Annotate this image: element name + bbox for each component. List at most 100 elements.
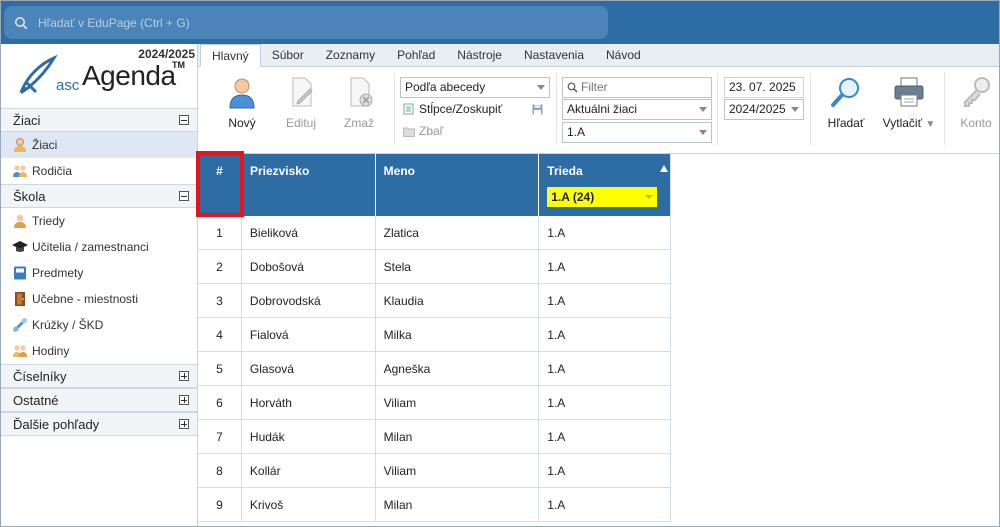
- sidebar-section-1[interactable]: Škola: [0, 184, 197, 208]
- sidebar-item-1-2[interactable]: Predmety: [0, 260, 197, 286]
- sidebar-item-0-0[interactable]: Žiaci: [0, 132, 197, 158]
- sidebar-item-label: Hodiny: [32, 344, 70, 358]
- top-bar: [0, 0, 1000, 44]
- account-button[interactable]: Konto: [954, 75, 998, 130]
- class-cell: 1.A: [547, 396, 566, 410]
- sidebar-section-4[interactable]: Ďalšie pohľady: [0, 412, 197, 436]
- sort-ascending-icon: [660, 165, 669, 172]
- search-label: Hľadať: [827, 116, 865, 130]
- sidebar-item-label: Predmety: [32, 266, 84, 280]
- name-cell: Stela: [376, 250, 540, 283]
- class-icon: [12, 213, 28, 229]
- search-input[interactable]: [38, 15, 598, 30]
- table-row[interactable]: 8 Kollár Viliam 1.A: [198, 454, 670, 488]
- table-body: 1 Bieliková Zlatica 1.A 2 Dobošová Stela 1.A 3 Do…: [198, 216, 670, 522]
- collapse-button[interactable]: Zbaľ: [403, 124, 443, 138]
- sidebar-section-title: Ostatné: [13, 392, 59, 408]
- tab-3[interactable]: Pohľad: [386, 44, 446, 66]
- table-row[interactable]: 4 Fialová Milka 1.A: [198, 318, 670, 352]
- sidebar-item-1-0[interactable]: Triedy: [0, 208, 197, 234]
- sidebar-section-2[interactable]: Číselníky: [0, 364, 197, 388]
- sidebar-item-label: Rodičia: [32, 164, 73, 178]
- separator: [556, 73, 557, 145]
- expand-icon[interactable]: [179, 419, 189, 429]
- date-value: 23. 07. 2025: [729, 80, 796, 94]
- search-button[interactable]: Hľadať: [818, 75, 874, 130]
- columns-group-button[interactable]: Stĺpce/Zoskupiť: [403, 102, 553, 116]
- tab-4[interactable]: Nástroje: [446, 44, 513, 66]
- table-row[interactable]: 6 Horváth Viliam 1.A: [198, 386, 670, 420]
- students-select[interactable]: Aktuálni žiaci: [562, 99, 712, 120]
- header-surname[interactable]: Priezvisko: [242, 154, 376, 216]
- sidebar-item-0-1[interactable]: Rodičia: [0, 158, 197, 184]
- row-number: 4: [198, 318, 242, 351]
- sort-select[interactable]: Podľa abecedy: [400, 77, 550, 98]
- separator: [394, 73, 395, 145]
- collapse-icon[interactable]: [179, 191, 189, 201]
- sidebar-item-label: Triedy: [32, 214, 65, 228]
- class-cell: 1.A: [547, 430, 566, 444]
- class-column-filter[interactable]: 1.A (24): [547, 187, 658, 207]
- class-cell: 1.A: [547, 260, 566, 274]
- table-row[interactable]: 5 Glasová Agneška 1.A: [198, 352, 670, 386]
- header-class-label: Trieda: [547, 164, 583, 178]
- filter-field[interactable]: [562, 77, 712, 98]
- tab-1[interactable]: Súbor: [261, 44, 315, 66]
- graduation-cap-icon: [12, 239, 28, 255]
- collapse-icon[interactable]: [179, 115, 189, 125]
- header-name[interactable]: Meno: [376, 154, 540, 216]
- tab-2[interactable]: Zoznamy: [315, 44, 386, 66]
- class-select[interactable]: 1.A: [562, 122, 712, 143]
- name-cell: Milan: [376, 420, 540, 453]
- year-select[interactable]: 2024/2025: [724, 99, 804, 120]
- chevron-down-icon: [645, 195, 654, 199]
- account-label: Konto: [960, 116, 992, 130]
- sidebar-item-1-3[interactable]: Učebne - miestnosti: [0, 286, 197, 312]
- class-cell: 1.A: [547, 328, 566, 342]
- print-dropdown-icon[interactable]: ▼: [925, 119, 935, 130]
- sidebar-section-3[interactable]: Ostatné: [0, 388, 197, 412]
- tab-0[interactable]: Hlavný: [200, 44, 261, 67]
- sidebar-item-1-5[interactable]: Hodiny: [0, 338, 197, 364]
- row-number: 2: [198, 250, 242, 283]
- edupage-search[interactable]: [4, 6, 608, 39]
- columns-icon: [403, 103, 414, 115]
- sidebar: 2024/2025 asc Agenda TM Žiaci Žiaci Rodiči…: [0, 44, 198, 527]
- sidebar-item-1-1[interactable]: Učitelia / zamestnanci: [0, 234, 197, 260]
- sidebar-nav: Žiaci Žiaci Rodičia Škola Triedy Učitelia / z…: [0, 108, 197, 436]
- year-select-value: 2024/2025: [729, 102, 786, 116]
- table-row[interactable]: 2 Dobošová Stela 1.A: [198, 250, 670, 284]
- new-label: Nový: [228, 116, 256, 130]
- table-row[interactable]: 3 Dobrovodská Klaudia 1.A: [198, 284, 670, 318]
- date-field[interactable]: 23. 07. 2025: [724, 77, 804, 98]
- sidebar-item-1-4[interactable]: Krúžky / ŠKD: [0, 312, 197, 338]
- print-button[interactable]: Vytlačiť ▼: [878, 75, 940, 130]
- person-add-icon: [229, 78, 255, 109]
- name-cell: Zlatica: [376, 216, 540, 249]
- book-icon: [12, 265, 28, 281]
- tab-5[interactable]: Nastavenia: [513, 44, 595, 66]
- new-button[interactable]: Nový: [216, 75, 268, 130]
- sidebar-item-label: Učitelia / zamestnanci: [32, 240, 149, 254]
- tab-6[interactable]: Návod: [595, 44, 652, 66]
- logo-asc: asc: [56, 77, 80, 94]
- logo-pen-icon: [19, 54, 58, 95]
- logo-tm: TM: [172, 60, 185, 70]
- header-class[interactable]: Trieda 1.A (24): [539, 154, 670, 216]
- sidebar-item-label: Žiaci: [32, 138, 58, 152]
- edit-button[interactable]: Edituj: [276, 75, 326, 130]
- delete-button[interactable]: Zmaž: [334, 75, 384, 130]
- table-row[interactable]: 1 Bieliková Zlatica 1.A: [198, 216, 670, 250]
- expand-icon[interactable]: [179, 395, 189, 405]
- sidebar-section-title: Žiaci: [13, 112, 41, 128]
- separator: [717, 73, 718, 145]
- filter-input[interactable]: [581, 80, 701, 94]
- table-row[interactable]: 7 Hudák Milan 1.A: [198, 420, 670, 454]
- row-number: 1: [198, 216, 242, 249]
- table-row[interactable]: 9 Krivoš Milan 1.A: [198, 488, 670, 522]
- sidebar-section-0[interactable]: Žiaci: [0, 108, 197, 132]
- row-number: 8: [198, 454, 242, 487]
- expand-icon[interactable]: [179, 371, 189, 381]
- surname-cell: Krivoš: [242, 488, 376, 521]
- save-icon: [532, 104, 543, 114]
